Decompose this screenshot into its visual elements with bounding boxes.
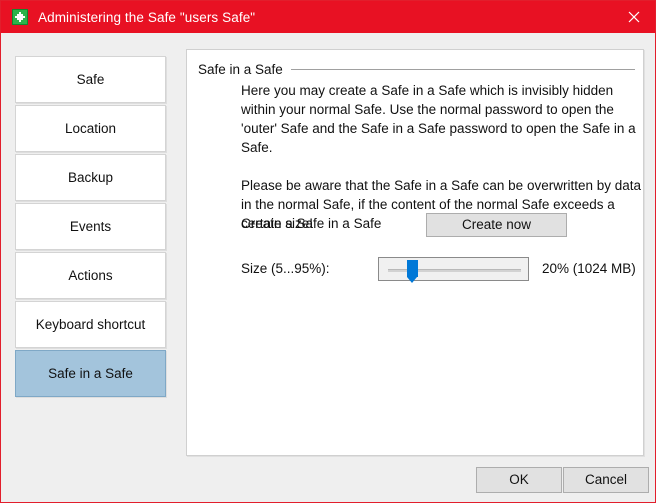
- group-box-header: Safe in a Safe: [198, 62, 635, 77]
- sidebar-item-safe-in-a-safe[interactable]: Safe in a Safe: [15, 350, 166, 397]
- create-now-button[interactable]: Create now: [426, 213, 567, 237]
- dialog-window: Administering the Safe "users Safe" Safe…: [0, 0, 656, 503]
- description-paragraph-1: Here you may create a Safe in a Safe whi…: [241, 81, 641, 157]
- sidebar-item-backup[interactable]: Backup: [15, 154, 166, 201]
- create-safe-row: Create a Safe in a Safe Create now: [241, 213, 641, 237]
- ok-button[interactable]: OK: [476, 467, 562, 493]
- sidebar-item-actions[interactable]: Actions: [15, 252, 166, 299]
- dialog-footer: OK Cancel: [1, 459, 655, 502]
- size-slider-label: Size (5...95%):: [241, 261, 330, 276]
- sidebar-item-label: Events: [70, 219, 111, 234]
- sidebar-item-label: Location: [65, 121, 116, 136]
- title-bar: Administering the Safe "users Safe": [1, 1, 656, 33]
- cancel-button[interactable]: Cancel: [563, 467, 649, 493]
- description-text: Here you may create a Safe in a Safe whi…: [241, 81, 641, 233]
- size-slider-row: Size (5...95%): 20% (1024 MB): [241, 257, 641, 281]
- sidebar-item-label: Safe in a Safe: [48, 366, 133, 381]
- sidebar-item-label: Safe: [77, 72, 105, 87]
- sidebar: Safe Location Backup Events Actions Keyb…: [15, 56, 166, 399]
- slider-thumb[interactable]: [407, 260, 418, 277]
- safe-icon: [12, 9, 28, 25]
- sidebar-item-events[interactable]: Events: [15, 203, 166, 250]
- sidebar-item-label: Backup: [68, 170, 113, 185]
- create-safe-label: Create a Safe in a Safe: [241, 216, 381, 231]
- group-box-divider: [291, 69, 635, 70]
- close-icon[interactable]: [611, 1, 656, 33]
- sidebar-item-keyboard-shortcut[interactable]: Keyboard shortcut: [15, 301, 166, 348]
- sidebar-item-location[interactable]: Location: [15, 105, 166, 152]
- group-box-title: Safe in a Safe: [198, 62, 291, 77]
- window-title: Administering the Safe "users Safe": [38, 10, 255, 25]
- sidebar-item-label: Actions: [68, 268, 112, 283]
- sidebar-item-safe[interactable]: Safe: [15, 56, 166, 103]
- size-slider-value: 20% (1024 MB): [542, 261, 636, 276]
- size-slider[interactable]: [378, 257, 529, 281]
- content-panel: Safe in a Safe Here you may create a Saf…: [186, 49, 644, 456]
- sidebar-item-label: Keyboard shortcut: [36, 317, 146, 332]
